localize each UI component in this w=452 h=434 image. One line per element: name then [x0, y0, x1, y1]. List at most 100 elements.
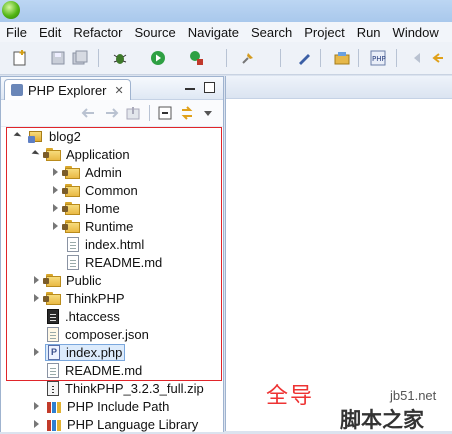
expand-toggle-icon[interactable]	[14, 131, 24, 141]
php-explorer-tab[interactable]: PHP Explorer ✕	[4, 79, 131, 100]
tree-item-label: Common	[85, 182, 138, 198]
forward-nav-icon[interactable]	[103, 105, 119, 121]
tree-item-php-language-library[interactable]: PHP Language Library	[32, 415, 198, 433]
external-tools-icon[interactable]	[188, 50, 204, 66]
tree-item-label: Runtime	[85, 218, 134, 234]
tree-item-blog2[interactable]: blog2	[14, 127, 81, 145]
toolbar-separator	[320, 49, 321, 67]
panel-toolbar	[1, 100, 223, 127]
expand-toggle-icon[interactable]	[32, 293, 42, 303]
pin-icon[interactable]	[240, 50, 256, 66]
library-icon	[46, 399, 62, 413]
back-icon[interactable]	[410, 50, 426, 66]
open-task-icon[interactable]	[334, 50, 350, 66]
php-project-icon[interactable]: PHP	[370, 50, 386, 66]
tree-item-php-include-path[interactable]: PHP Include Path	[32, 397, 169, 415]
tree-item-composer-json[interactable]: composer.json	[45, 325, 149, 343]
expand-toggle-icon[interactable]	[32, 347, 42, 357]
save-all-icon[interactable]	[72, 50, 88, 66]
tree-item-label: composer.json	[65, 326, 149, 342]
tree-item-readme-app[interactable]: README.md	[65, 253, 162, 271]
file-icon	[67, 254, 79, 270]
new-file-icon[interactable]	[12, 50, 28, 66]
menu-search[interactable]: Search	[245, 25, 298, 40]
maximize-icon[interactable]	[204, 82, 215, 93]
expand-toggle-icon[interactable]	[51, 167, 61, 177]
expand-toggle-icon[interactable]	[32, 419, 42, 429]
tree-item-application[interactable]: Application	[32, 145, 130, 163]
run-icon[interactable]	[150, 50, 166, 66]
expand-toggle-icon[interactable]	[32, 401, 42, 411]
expand-toggle-icon[interactable]	[32, 275, 42, 285]
tree-item-label: README.md	[65, 362, 143, 378]
tree-item-label: ThinkPHP	[66, 290, 125, 306]
main-toolbar: PHP	[0, 42, 452, 75]
window-title-bar	[0, 0, 452, 22]
menu-run[interactable]: Run	[351, 25, 387, 40]
view-menu-icon[interactable]	[203, 105, 213, 121]
forward-icon[interactable]	[432, 50, 448, 66]
pen-icon[interactable]	[296, 50, 312, 66]
toolbar-separator	[396, 49, 397, 67]
toolbar-separator	[280, 49, 281, 67]
tree-item-label: index.html	[85, 236, 145, 252]
toolbar-separator	[358, 49, 359, 67]
back-nav-icon[interactable]	[81, 105, 97, 121]
close-icon[interactable]: ✕	[115, 84, 124, 97]
menu-file[interactable]: File	[0, 25, 33, 40]
link-editor-icon[interactable]	[179, 105, 195, 121]
tree-item-index-php[interactable]: P index.php	[32, 343, 126, 361]
tree-item-label: PHP Include Path	[67, 398, 170, 414]
tab-title: PHP Explorer	[28, 82, 107, 98]
editor-header	[226, 76, 452, 99]
tree-item-home[interactable]: Home	[51, 199, 120, 217]
editor-area[interactable]	[225, 76, 452, 431]
expand-toggle-icon[interactable]	[51, 185, 61, 195]
selected-item[interactable]: P index.php	[44, 343, 126, 361]
php-project-icon	[28, 129, 44, 143]
menu-source[interactable]: Source	[129, 25, 182, 40]
file-icon	[47, 362, 59, 378]
folder-icon	[62, 219, 81, 233]
file-icon	[67, 236, 79, 252]
svg-text:PHP: PHP	[372, 55, 386, 63]
tree-item-label: README.md	[85, 254, 163, 270]
save-icon[interactable]	[50, 50, 66, 66]
expand-toggle-icon[interactable]	[51, 221, 61, 231]
tree-item-index-html[interactable]: index.html	[65, 235, 144, 253]
watermark-logo: 脚本之家	[340, 408, 424, 432]
debug-icon[interactable]	[112, 50, 128, 66]
tree-item-label: Application	[66, 146, 130, 162]
menu-window[interactable]: Window	[387, 25, 445, 40]
expand-toggle-icon[interactable]	[51, 203, 61, 213]
tree-item-htaccess[interactable]: .htaccess	[45, 307, 120, 325]
menu-edit[interactable]: Edit	[33, 25, 67, 40]
collapse-all-icon[interactable]	[157, 105, 173, 121]
tree-item-public[interactable]: Public	[32, 271, 101, 289]
toolbar-separator	[98, 49, 99, 67]
tree-item-admin[interactable]: Admin	[51, 163, 122, 181]
menu-navigate[interactable]: Navigate	[182, 25, 245, 40]
tree-item-label: Home	[85, 200, 120, 216]
tree-item-thinkphp[interactable]: ThinkPHP	[32, 289, 125, 307]
folder-icon	[43, 147, 62, 161]
tree-item-runtime[interactable]: Runtime	[51, 217, 133, 235]
watermark-url: jb51.net	[390, 388, 437, 403]
folder-icon	[43, 273, 62, 287]
menu-project[interactable]: Project	[298, 25, 350, 40]
tree-item-thinkphp-zip[interactable]: ThinkPHP_3.2.3_full.zip	[45, 379, 204, 397]
folder-icon	[62, 201, 81, 215]
panel-header: PHP Explorer ✕	[1, 77, 223, 100]
json-file-icon	[47, 326, 59, 342]
menu-refactor[interactable]: Refactor	[67, 25, 128, 40]
tree-item-readme-root[interactable]: README.md	[45, 361, 142, 379]
file-icon	[47, 308, 59, 324]
expand-toggle-icon[interactable]	[32, 149, 42, 159]
library-icon	[46, 417, 62, 431]
tree-item-common[interactable]: Common	[51, 181, 138, 199]
tree-item-label: ThinkPHP_3.2.3_full.zip	[65, 380, 204, 396]
tree-item-label: Public	[66, 272, 102, 288]
up-nav-icon[interactable]	[125, 105, 141, 121]
minimize-icon[interactable]	[185, 88, 195, 90]
zip-file-icon	[47, 380, 59, 396]
